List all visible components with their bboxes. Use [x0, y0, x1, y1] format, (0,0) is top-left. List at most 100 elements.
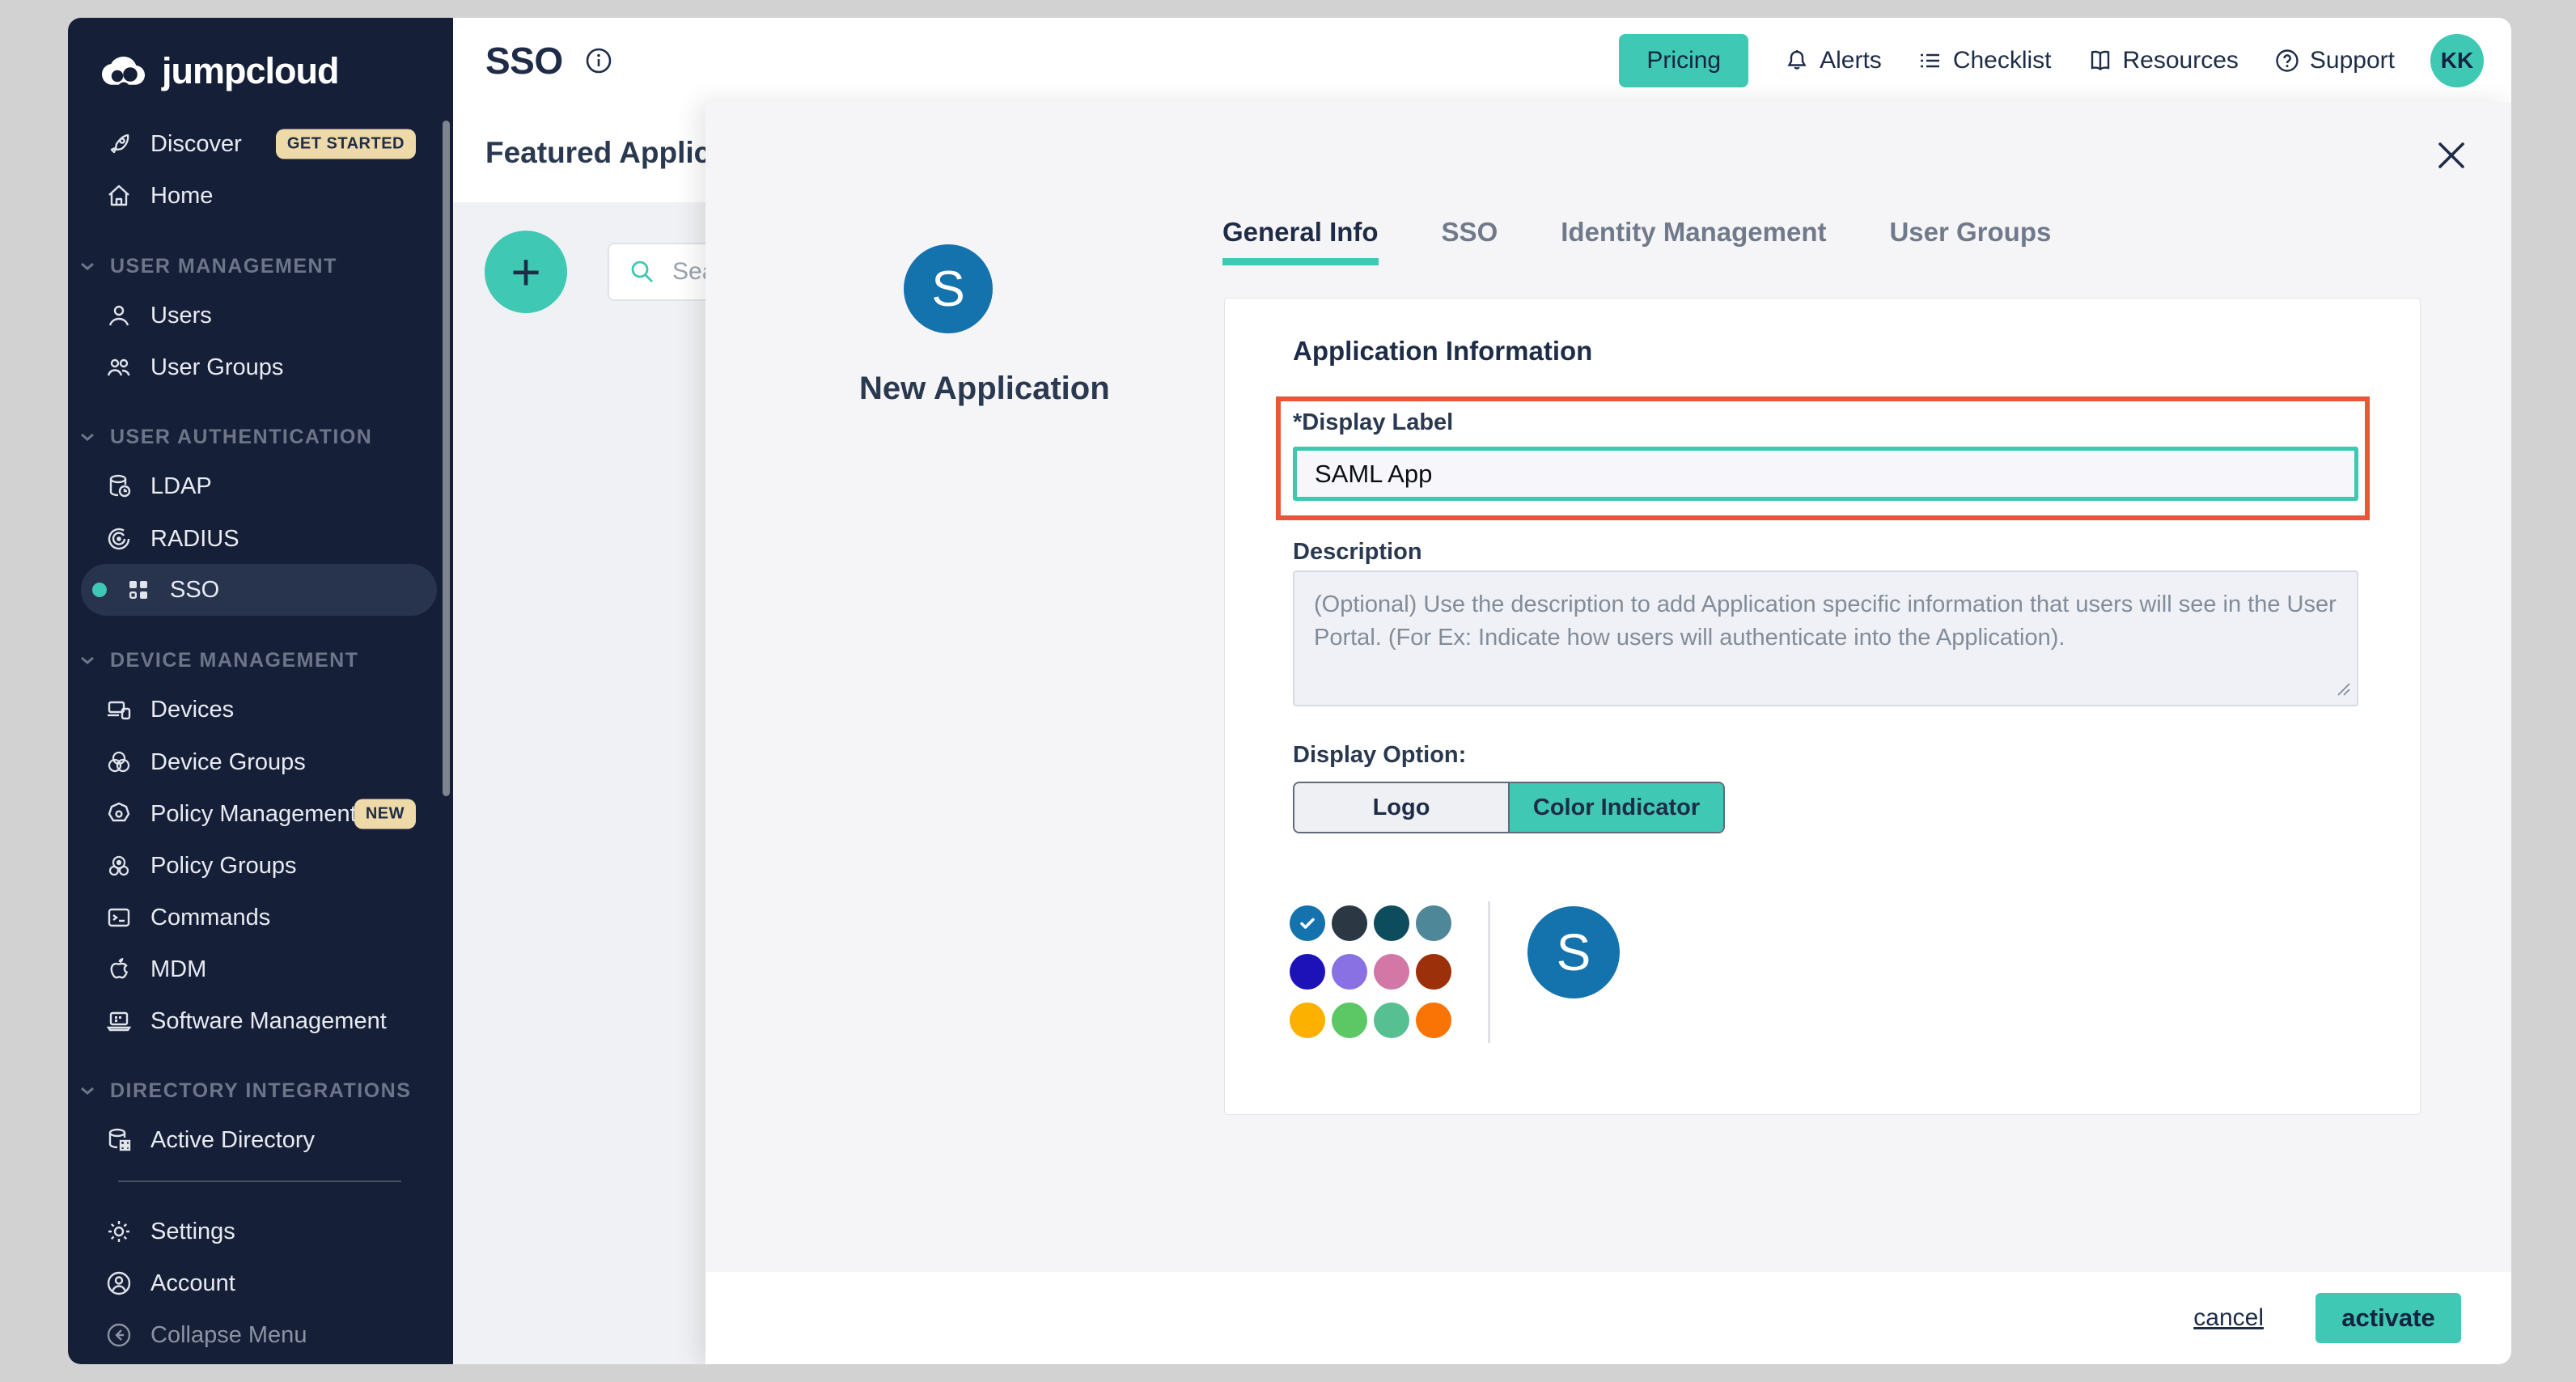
display-label-label: *Display Label	[1293, 409, 1453, 436]
tab-sso[interactable]: SSO	[1442, 217, 1498, 265]
description-label: Description	[1293, 539, 1422, 566]
sidebar-item-label: Devices	[150, 697, 234, 723]
activate-button[interactable]: activate	[2315, 1293, 2461, 1343]
cancel-link[interactable]: cancel	[2193, 1304, 2264, 1332]
color-swatch[interactable]	[1332, 1003, 1367, 1038]
sidebar-item-label: Account	[150, 1270, 235, 1297]
jumpcloud-cloud-icon	[97, 53, 150, 89]
sidebar-item-settings[interactable]: Settings	[68, 1206, 453, 1257]
color-swatch[interactable]	[1332, 905, 1367, 941]
new-application-modal: S New Application General Info SSO Ident…	[705, 102, 2511, 1364]
sidebar-item-ldap[interactable]: LDAP	[68, 460, 453, 512]
tab-general-info[interactable]: General Info	[1222, 217, 1379, 265]
info-icon[interactable]	[584, 46, 613, 75]
sidebar-item-device-groups[interactable]: Device Groups	[68, 736, 453, 788]
color-swatch[interactable]	[1374, 1003, 1409, 1038]
sidebar-item-devices[interactable]: Devices	[68, 684, 453, 736]
software-laptop-icon	[104, 1006, 134, 1036]
section-directory-integrations[interactable]: DIRECTORY INTEGRATIONS	[68, 1073, 453, 1109]
display-label-input[interactable]	[1293, 447, 2358, 501]
account-icon	[104, 1268, 134, 1299]
support-label: Support	[2310, 47, 2395, 74]
sidebar-item-collapse-menu[interactable]: Collapse Menu	[68, 1309, 453, 1361]
sidebar-item-policy-groups[interactable]: Policy Groups	[68, 840, 453, 892]
sidebar: jumpcloud Discover GET STARTED Home USER…	[68, 18, 453, 1364]
sidebar-item-active-directory[interactable]: Active Directory	[68, 1114, 453, 1166]
color-swatch[interactable]	[1416, 954, 1451, 990]
sidebar-item-users[interactable]: Users	[68, 290, 453, 341]
sidebar-item-label: Device Groups	[150, 749, 306, 776]
color-swatch[interactable]	[1374, 905, 1409, 941]
color-swatch[interactable]	[1290, 954, 1325, 990]
home-icon	[104, 180, 134, 211]
checklist-icon	[1917, 48, 1943, 74]
tab-user-groups[interactable]: User Groups	[1889, 217, 2051, 265]
application-name: New Application	[859, 371, 1037, 407]
sidebar-item-commands[interactable]: Commands	[68, 892, 453, 943]
section-label: USER AUTHENTICATION	[110, 426, 372, 449]
user-avatar[interactable]: KK	[2430, 34, 2484, 87]
sidebar-item-label: Settings	[150, 1219, 235, 1245]
sidebar-item-home[interactable]: Home	[68, 170, 453, 222]
sidebar-item-user-groups[interactable]: User Groups	[68, 341, 453, 393]
add-application-button[interactable]: +	[485, 231, 567, 313]
chevron-down-icon	[79, 261, 95, 272]
toggle-option-logo[interactable]: Logo	[1294, 783, 1510, 832]
sidebar-item-label: Commands	[150, 905, 270, 931]
sidebar-item-label: Home	[150, 183, 213, 210]
checklist-button[interactable]: Checklist	[1917, 47, 2052, 74]
apple-icon	[104, 954, 134, 985]
sidebar-item-radius[interactable]: RADIUS	[68, 513, 453, 565]
app-grid-icon	[123, 574, 154, 605]
color-indicator-preview: S	[1527, 906, 1620, 998]
toggle-option-color-indicator[interactable]: Color Indicator	[1510, 783, 1723, 832]
color-swatch-selected[interactable]	[1290, 905, 1325, 941]
sidebar-item-label: Active Directory	[150, 1127, 315, 1154]
color-swatch[interactable]	[1416, 1003, 1451, 1038]
checklist-label: Checklist	[1953, 47, 2052, 74]
sidebar-item-account[interactable]: Account	[68, 1257, 453, 1309]
pricing-button[interactable]: Pricing	[1619, 34, 1748, 87]
resources-button[interactable]: Resources	[2087, 47, 2239, 74]
sidebar-item-label: MDM	[150, 956, 206, 983]
sidebar-item-software-management[interactable]: Software Management	[68, 995, 453, 1047]
sidebar-item-mdm[interactable]: MDM	[68, 943, 453, 995]
get-started-badge: GET STARTED	[276, 129, 416, 159]
venn-circles-icon	[104, 747, 134, 778]
sidebar-item-sso-active[interactable]: SSO	[81, 564, 437, 616]
resize-grip-icon[interactable]	[2335, 680, 2351, 697]
chevron-down-icon	[79, 431, 95, 443]
database-icon	[104, 471, 134, 502]
jumpcloud-logo: jumpcloud	[97, 50, 338, 92]
section-user-management[interactable]: USER MANAGEMENT	[68, 248, 453, 284]
radar-icon	[104, 524, 134, 554]
gear-icon	[104, 1216, 134, 1247]
book-icon	[2087, 48, 2113, 74]
color-swatch[interactable]	[1332, 954, 1367, 990]
sidebar-item-discover[interactable]: Discover GET STARTED	[68, 118, 453, 170]
support-button[interactable]: Support	[2274, 47, 2395, 74]
section-device-management[interactable]: DEVICE MANAGEMENT	[68, 642, 453, 678]
section-label: DEVICE MANAGEMENT	[110, 649, 358, 672]
section-label: DIRECTORY INTEGRATIONS	[110, 1079, 411, 1103]
card-heading: Application Information	[1293, 336, 1592, 367]
top-bar-actions: Pricing Alerts Checklist Resources Suppo…	[1619, 34, 2511, 87]
description-textarea[interactable]	[1293, 570, 2358, 706]
sidebar-item-policy-management[interactable]: Policy Management NEW	[68, 788, 453, 840]
section-user-authentication[interactable]: USER AUTHENTICATION	[68, 419, 453, 455]
chevron-down-icon	[79, 1085, 95, 1096]
sidebar-item-label: Collapse Menu	[150, 1322, 307, 1349]
active-indicator-dot	[92, 583, 107, 597]
color-swatch[interactable]	[1416, 905, 1451, 941]
sidebar-item-label: RADIUS	[150, 526, 239, 553]
color-swatch[interactable]	[1290, 1003, 1325, 1038]
application-avatar: S	[904, 244, 993, 333]
section-label: USER MANAGEMENT	[110, 255, 337, 278]
tab-identity-management[interactable]: Identity Management	[1561, 217, 1826, 265]
user-icon	[104, 300, 134, 331]
search-icon	[629, 258, 656, 286]
close-icon[interactable]	[2434, 138, 2469, 173]
policy-groups-icon	[104, 850, 134, 881]
color-swatch[interactable]	[1374, 954, 1409, 990]
alerts-button[interactable]: Alerts	[1784, 47, 1882, 74]
